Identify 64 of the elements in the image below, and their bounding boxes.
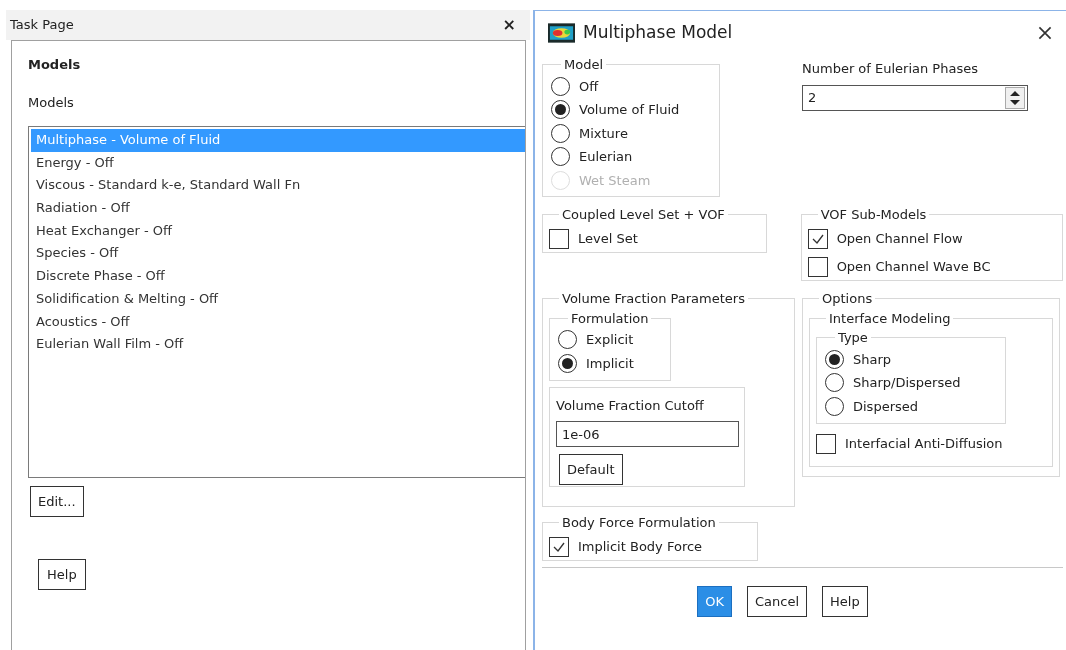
field-label: Number of Eulerian Phases	[802, 60, 979, 78]
group-title: Options	[821, 290, 874, 308]
list-item[interactable]: Viscous - Standard k-e, Standard Wall Fn	[31, 174, 525, 198]
help-button[interactable]: Help	[38, 559, 86, 590]
close-button[interactable]: ×	[502, 17, 516, 33]
radio-label[interactable]: Sharp	[853, 349, 892, 369]
list-item[interactable]: Radiation - Off	[31, 197, 525, 220]
section-heading: Models	[28, 56, 82, 74]
radio-label[interactable]: Eulerian	[579, 147, 633, 167]
app-icon	[548, 23, 575, 43]
checkbox-label[interactable]: Implicit Body Force	[578, 536, 703, 557]
radio-label[interactable]: Off	[579, 76, 599, 96]
checkbox[interactable]	[807, 256, 828, 277]
group-title: Type	[837, 329, 869, 347]
group-title: Volume Fraction Parameters	[561, 290, 746, 308]
checkbox[interactable]	[807, 228, 828, 249]
radio-button[interactable]	[551, 123, 570, 143]
radio-button[interactable]	[825, 373, 844, 393]
models-list[interactable]	[28, 126, 525, 478]
list-item[interactable]: Species - Off	[31, 242, 525, 266]
group-title: Model	[563, 56, 605, 74]
radio-button[interactable]	[551, 147, 570, 167]
checkbox-label[interactable]: Interfacial Anti-Diffusion	[845, 434, 1003, 454]
group-title: Coupled Level Set + VOF	[561, 206, 726, 224]
spinner-arrows-icon[interactable]	[1005, 86, 1025, 109]
checkbox-label[interactable]: Open Channel Flow	[836, 228, 963, 249]
radio-button[interactable]	[825, 396, 844, 416]
list-item[interactable]: Energy - Off	[31, 151, 525, 175]
list-item[interactable]: Eulerian Wall Film - Off	[31, 333, 525, 356]
radio-button[interactable]	[551, 76, 570, 96]
checkbox-label[interactable]: Open Channel Wave BC	[836, 256, 991, 277]
radio-button[interactable]	[558, 353, 577, 373]
group-title: Formulation	[570, 309, 650, 328]
checkbox-label[interactable]: Level Set	[578, 228, 638, 249]
list-label: Models	[28, 93, 75, 112]
radio-label[interactable]: Sharp/Dispersed	[853, 373, 961, 393]
edit-button[interactable]: Edit...	[30, 486, 84, 517]
dialog-button[interactable]: Cancel	[747, 586, 808, 617]
radio-label[interactable]: Implicit	[586, 353, 634, 373]
checkbox[interactable]	[549, 228, 569, 249]
field-label: Volume Fraction Cutoff	[556, 396, 705, 415]
list-item[interactable]: Acoustics - Off	[31, 310, 525, 334]
radio-label[interactable]: Volume of Fluid	[579, 100, 680, 120]
close-icon[interactable]	[1038, 26, 1052, 40]
default-button[interactable]: Default	[559, 454, 623, 485]
radio-label[interactable]: Mixture	[579, 123, 628, 143]
radio-label[interactable]: Dispersed	[853, 396, 918, 416]
radio-label[interactable]: Explicit	[586, 330, 634, 350]
group-title: Interface Modeling	[828, 309, 952, 328]
spin-field[interactable]: 2	[802, 84, 1028, 111]
list-item[interactable]: Heat Exchanger - Off	[31, 219, 525, 243]
radio-button[interactable]	[825, 349, 844, 369]
group-title: VOF Sub-Models	[819, 206, 928, 224]
dialog-button[interactable]: Help	[822, 586, 868, 617]
panel-title: Task Page	[10, 16, 74, 35]
radio-button[interactable]	[551, 100, 570, 120]
checkbox[interactable]	[549, 536, 569, 557]
checkbox[interactable]	[816, 434, 836, 454]
input-field[interactable]: 1e-06	[556, 421, 739, 447]
group-title: Body Force Formulation	[561, 514, 717, 532]
radio-button[interactable]	[558, 330, 577, 350]
dialog-title: Multiphase Model	[583, 21, 734, 45]
list-item[interactable]: Solidification & Melting - Off	[31, 287, 525, 311]
list-item[interactable]: Discrete Phase - Off	[31, 265, 525, 288]
